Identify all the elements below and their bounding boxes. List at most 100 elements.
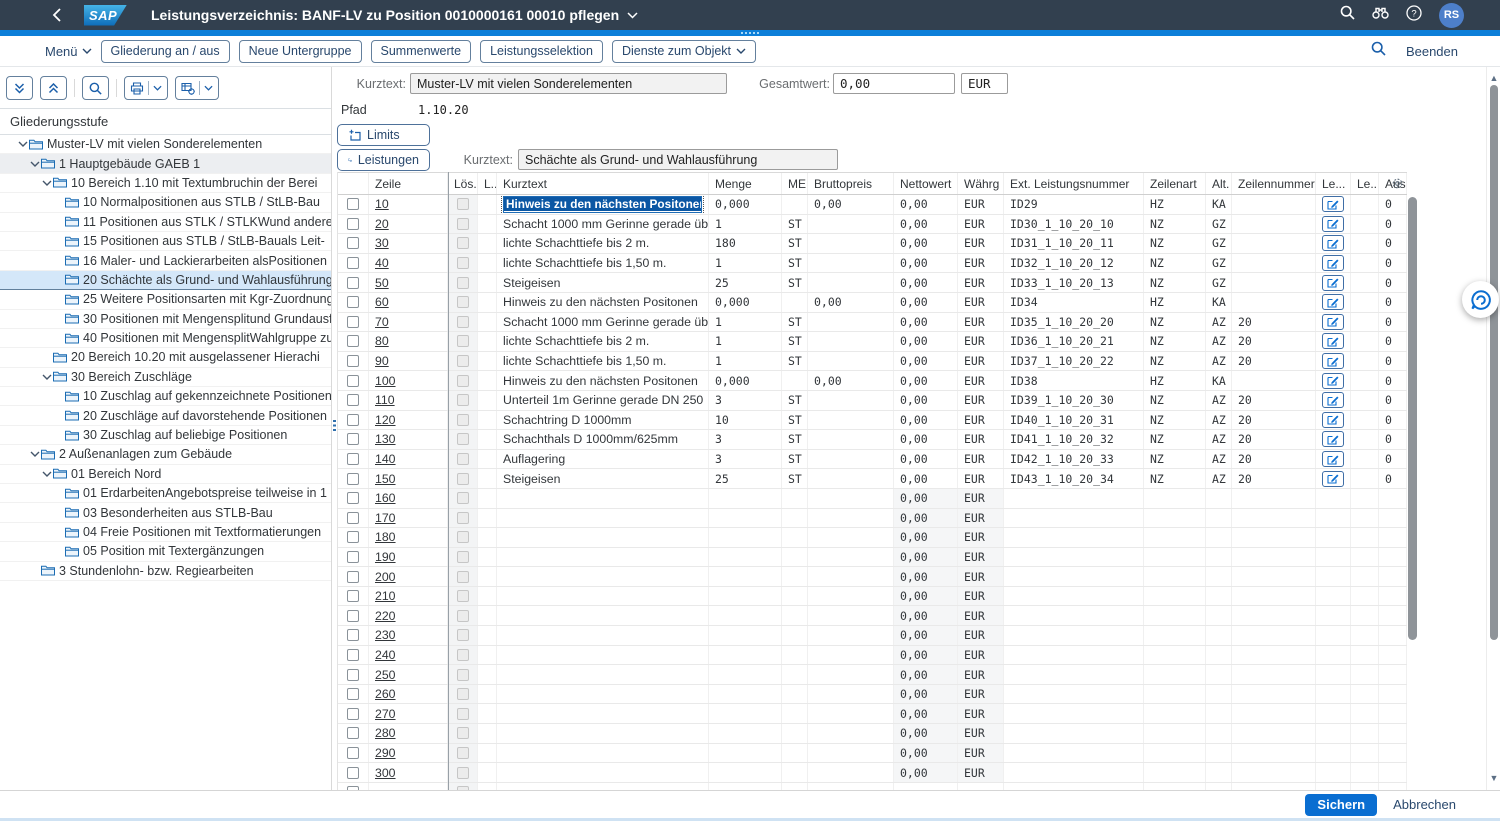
zeile-link[interactable]: 10 <box>375 197 389 211</box>
row-select-checkbox[interactable] <box>347 649 359 661</box>
app-title[interactable]: Leistungsverzeichnis: BANF-LV zu Positio… <box>151 7 638 23</box>
tree-item[interactable]: 01 ErdarbeitenAngebotspreise teilweise i… <box>0 484 331 503</box>
zeile-link[interactable]: 290 <box>375 746 396 760</box>
tree-item[interactable]: 20 Schächte als Grund- und Wahlausführun… <box>0 271 331 290</box>
kurztext-lv-input[interactable]: Muster-LV mit vielen Sonderelementen <box>410 73 727 94</box>
row-select-checkbox[interactable] <box>347 198 359 210</box>
tree-search-button[interactable] <box>82 76 109 100</box>
zeile-link[interactable]: 120 <box>375 413 396 427</box>
column-header[interactable]: ME <box>782 173 808 194</box>
column-header[interactable]: Lös... <box>448 173 478 194</box>
zeile-link[interactable]: 100 <box>375 374 396 388</box>
long-text-edit-button[interactable] <box>1322 333 1344 349</box>
row-select-checkbox[interactable] <box>347 473 359 485</box>
neue-untergruppe-button[interactable]: Neue Untergruppe <box>239 40 362 63</box>
kurztext-cell-input[interactable]: Hinweis zu den nächsten Positonen <box>503 196 702 213</box>
tree-item[interactable]: 40 Positionen mit MengensplitWahlgruppe … <box>0 329 331 348</box>
row-select-checkbox[interactable] <box>347 590 359 602</box>
row-select-checkbox[interactable] <box>347 257 359 269</box>
zeile-link[interactable]: 90 <box>375 354 389 368</box>
zeile-link[interactable]: 20 <box>375 217 389 231</box>
zeile-link[interactable]: 180 <box>375 530 396 544</box>
zeile-link[interactable]: 130 <box>375 432 396 446</box>
zeile-link[interactable]: 190 <box>375 550 396 564</box>
back-icon[interactable] <box>46 5 66 25</box>
row-select-checkbox[interactable] <box>347 767 359 779</box>
row-select-checkbox[interactable] <box>347 453 359 465</box>
zeile-link[interactable]: 200 <box>375 570 396 584</box>
column-header[interactable]: Zeile <box>369 173 448 194</box>
expander-icon[interactable] <box>28 451 41 457</box>
column-header[interactable]: L... <box>478 173 497 194</box>
row-select-checkbox[interactable] <box>347 571 359 583</box>
zeile-link[interactable]: 30 <box>375 236 389 250</box>
gesamtwert-input[interactable]: 0,00 <box>833 73 955 94</box>
long-text-edit-button[interactable] <box>1322 196 1344 212</box>
zeile-link[interactable]: 70 <box>375 315 389 329</box>
scroll-up-icon[interactable]: ▲ <box>1487 73 1500 83</box>
long-text-edit-button[interactable] <box>1322 353 1344 369</box>
zeile-link[interactable]: 210 <box>375 589 396 603</box>
zeile-link[interactable]: 170 <box>375 511 396 525</box>
row-select-checkbox[interactable] <box>347 277 359 289</box>
row-select-checkbox[interactable] <box>347 355 359 367</box>
zeile-link[interactable]: 60 <box>375 295 389 309</box>
row-select-checkbox[interactable] <box>347 747 359 759</box>
long-text-edit-button[interactable] <box>1322 235 1344 251</box>
zeile-link[interactable]: 160 <box>375 491 396 505</box>
row-select-checkbox[interactable] <box>347 335 359 347</box>
limits-button[interactable]: Limits <box>337 124 430 146</box>
tree-item[interactable]: 30 Positionen mit Mengensplitund Grundau… <box>0 310 331 329</box>
long-text-edit-button[interactable] <box>1322 431 1344 447</box>
expander-icon[interactable] <box>40 374 53 380</box>
zeile-link[interactable]: 300 <box>375 766 396 780</box>
save-button[interactable]: Sichern <box>1305 794 1377 816</box>
column-header[interactable]: Le... <box>1316 173 1351 194</box>
layout-split-button[interactable] <box>175 76 219 100</box>
zeile-link[interactable]: 80 <box>375 334 389 348</box>
row-select-checkbox[interactable] <box>347 375 359 387</box>
select-all-header[interactable] <box>338 173 369 194</box>
page-scrollbar[interactable]: ▲ ▼ <box>1486 67 1500 790</box>
tree-item[interactable]: 15 Positionen aus STLB / StLB-Bauals Lei… <box>0 232 331 251</box>
table-scrollbar[interactable] <box>1407 196 1418 786</box>
leistungen-button[interactable]: Leistungen <box>337 149 430 171</box>
column-header[interactable]: Währg <box>958 173 1004 194</box>
tree-item[interactable]: 04 Freie Positionen mit Textformatierung… <box>0 523 331 542</box>
zeile-link[interactable]: 250 <box>375 668 396 682</box>
tree-item[interactable]: 20 Zuschläge auf davorstehende Positione… <box>0 406 331 425</box>
row-select-checkbox[interactable] <box>347 708 359 720</box>
long-text-edit-button[interactable] <box>1322 451 1344 467</box>
currency-input[interactable]: EUR <box>961 73 1008 94</box>
column-header[interactable]: Menge <box>709 173 782 194</box>
row-select-checkbox[interactable] <box>347 531 359 543</box>
find-icon[interactable] <box>1371 41 1386 61</box>
expand-all-button[interactable] <box>6 76 33 100</box>
zeile-link[interactable]: 260 <box>375 687 396 701</box>
tree-item[interactable]: 2 Außenanlagen zum Gebäude <box>0 445 331 464</box>
beenden-button[interactable]: Beenden <box>1406 44 1458 59</box>
zeile-link[interactable]: 230 <box>375 628 396 642</box>
expander-icon[interactable] <box>28 161 41 167</box>
zeile-link[interactable]: 270 <box>375 707 396 721</box>
copilot-button[interactable] <box>1462 281 1499 318</box>
gliederung-button[interactable]: Gliederung an / aus <box>101 40 230 63</box>
menu-button[interactable]: Menü <box>45 44 92 59</box>
zeile-link[interactable]: 240 <box>375 648 396 662</box>
row-select-checkbox[interactable] <box>347 394 359 406</box>
tree-item[interactable]: 01 Bereich Nord <box>0 465 331 484</box>
tree-item[interactable]: 25 Weitere Positionsarten mit Kgr-Zuordn… <box>0 290 331 309</box>
tree-item[interactable]: 10 Bereich 1.10 mit Textumbruchin der Be… <box>0 174 331 193</box>
long-text-edit-button[interactable] <box>1322 255 1344 271</box>
column-header[interactable]: Alt. <box>1206 173 1232 194</box>
tree-item[interactable]: 10 Zuschlag auf gekennzeichnete Position… <box>0 387 331 406</box>
row-select-checkbox[interactable] <box>347 492 359 504</box>
expander-icon[interactable] <box>16 141 29 147</box>
tree-item[interactable]: 03 Besonderheiten aus STLB-Bau <box>0 503 331 522</box>
long-text-edit-button[interactable] <box>1322 294 1344 310</box>
column-header[interactable]: Nettowert <box>894 173 958 194</box>
column-header[interactable]: Kurztext <box>497 173 709 194</box>
splitter-grip[interactable] <box>333 420 336 434</box>
row-select-checkbox[interactable] <box>347 512 359 524</box>
zeile-link[interactable]: 140 <box>375 452 396 466</box>
